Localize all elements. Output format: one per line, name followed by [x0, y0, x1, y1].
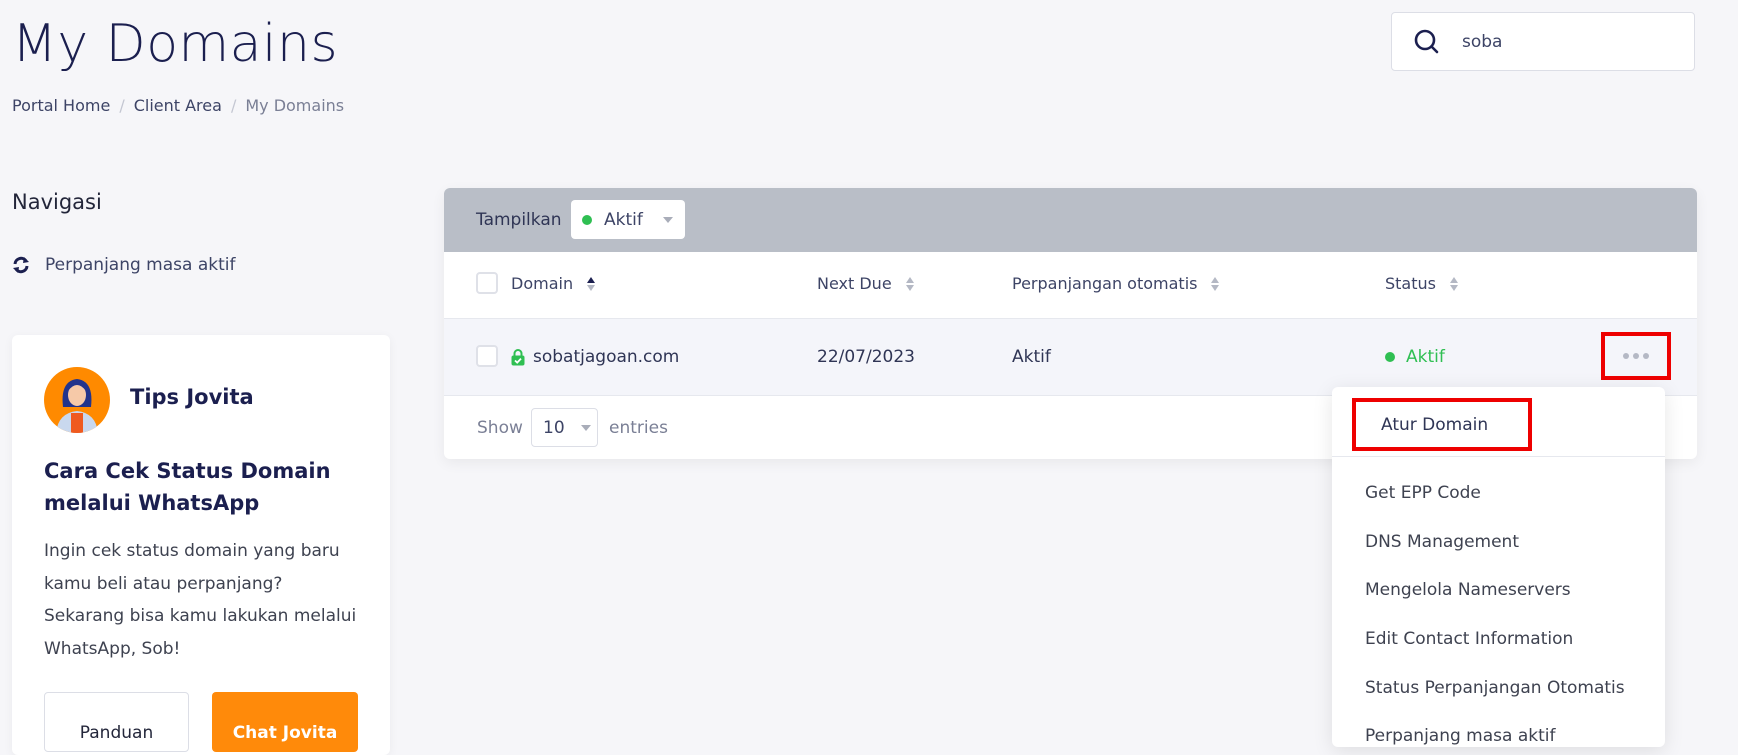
breadcrumb: Portal Home / Client Area / My Domains: [12, 96, 344, 115]
tips-body: Ingin cek status domain yang baru kamu b…: [44, 541, 357, 659]
ellipsis-icon: [1623, 353, 1629, 359]
breadcrumb-client-area[interactable]: Client Area: [134, 96, 222, 115]
menu-item-renew[interactable]: Perpanjang masa aktif: [1365, 726, 1555, 746]
menu-item-edit-contact[interactable]: Edit Contact Information: [1365, 629, 1573, 649]
breadcrumb-separator: /: [119, 96, 125, 115]
status-cell: Aktif: [1385, 347, 1445, 367]
row-actions-menu: Atur Domain Get EPP Code DNS Management …: [1332, 387, 1665, 747]
search-box: [1391, 12, 1695, 71]
table-header: Domain Next Due Perpanjangan otomatis St…: [444, 252, 1697, 319]
search-input[interactable]: [1460, 30, 1674, 53]
next-due-cell: 22/07/2023: [817, 347, 915, 367]
column-status[interactable]: Status: [1385, 274, 1458, 293]
menu-item-dns-management[interactable]: DNS Management: [1365, 532, 1519, 552]
select-all-cell: [476, 272, 498, 294]
row-checkbox[interactable]: [476, 345, 498, 367]
row-select-cell: [476, 345, 498, 367]
column-domain[interactable]: Domain: [511, 274, 596, 293]
jovita-avatar: [44, 367, 110, 433]
guide-button[interactable]: Panduan: [44, 692, 189, 752]
entries-label: entries: [609, 418, 668, 438]
chevron-down-icon: [662, 216, 673, 223]
menu-divider: [1332, 456, 1665, 457]
tips-card: Tips Jovita Cara Cek Status Domain melal…: [12, 335, 390, 755]
menu-item-atur-domain[interactable]: Atur Domain: [1352, 398, 1532, 451]
column-next-due[interactable]: Next Due: [817, 274, 914, 293]
search-icon[interactable]: [1412, 27, 1442, 57]
sidebar-item-label: Perpanjang masa aktif: [45, 255, 236, 275]
tips-name: Tips Jovita: [130, 385, 254, 409]
breadcrumb-current: My Domains: [245, 96, 345, 115]
sidebar-title: Navigasi: [12, 190, 102, 214]
chevron-down-icon: [580, 424, 591, 431]
lock-check-icon: [511, 349, 525, 366]
sort-icon: [1449, 276, 1458, 291]
column-auto-renew[interactable]: Perpanjangan otomatis: [1012, 274, 1220, 293]
menu-item-auto-renew-status[interactable]: Status Perpanjangan Otomatis: [1365, 678, 1625, 698]
domain-link[interactable]: sobatjagoan.com: [533, 347, 679, 367]
tips-heading: Cara Cek Status Domain melalui WhatsApp: [44, 459, 331, 515]
menu-item-get-epp-code[interactable]: Get EPP Code: [1365, 483, 1481, 503]
column-label: Next Due: [817, 274, 892, 293]
table-toolbar: Tampilkan Aktif: [444, 188, 1697, 252]
page-length-value: 10: [543, 417, 565, 438]
page-length-select[interactable]: 10: [531, 408, 598, 447]
column-label: Status: [1385, 274, 1436, 293]
chat-jovita-button[interactable]: Chat Jovita: [212, 692, 358, 752]
status-filter-select[interactable]: Aktif: [571, 200, 685, 239]
column-label: Perpanjangan otomatis: [1012, 274, 1198, 293]
row-actions-button[interactable]: [1601, 332, 1671, 380]
status-dot-icon: [582, 214, 592, 225]
show-label: Show: [477, 418, 523, 438]
column-label: Domain: [511, 274, 574, 293]
menu-item-nameservers[interactable]: Mengelola Nameservers: [1365, 580, 1571, 600]
domain-cell: sobatjagoan.com: [511, 347, 679, 367]
filter-label: Tampilkan: [476, 210, 562, 230]
sort-icon: [905, 276, 914, 291]
select-all-checkbox[interactable]: [476, 272, 498, 294]
sort-icon: [1211, 276, 1220, 291]
status-filter-value: Aktif: [604, 209, 643, 230]
table-row[interactable]: sobatjagoan.com 22/07/2023 Aktif Aktif: [444, 319, 1697, 396]
sort-icon: [587, 276, 596, 291]
status-dot-icon: [1385, 352, 1395, 362]
breadcrumb-portal-home[interactable]: Portal Home: [12, 96, 110, 115]
breadcrumb-separator: /: [230, 96, 237, 115]
page-title: My Domains: [12, 14, 339, 74]
status-badge: Aktif: [1406, 347, 1445, 367]
refresh-icon: [13, 256, 29, 274]
sidebar-item-renew[interactable]: Perpanjang masa aktif: [12, 255, 235, 275]
auto-renew-cell: Aktif: [1012, 347, 1051, 367]
